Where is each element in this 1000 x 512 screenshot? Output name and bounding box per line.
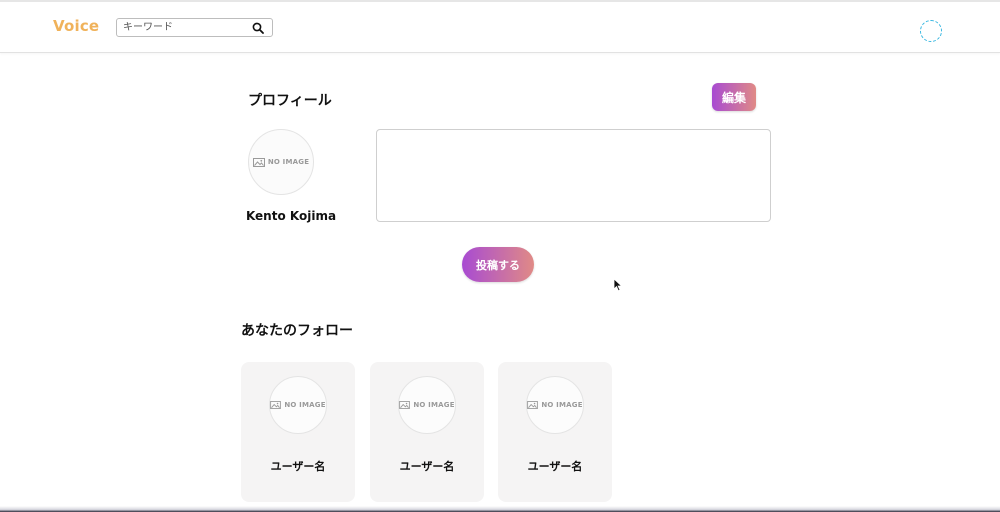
- image-placeholder-icon: [527, 401, 539, 409]
- follow-title: あなたのフォロー: [241, 323, 353, 339]
- follow-user-name: ユーザー名: [399, 460, 455, 473]
- image-placeholder-icon: [252, 157, 265, 167]
- profile-title: プロフィール: [248, 93, 332, 109]
- no-image-label: NO IMAGE: [413, 401, 455, 409]
- image-placeholder-icon: [399, 401, 411, 409]
- logo[interactable]: Voice: [53, 17, 99, 35]
- profile-name: Kento Kojima: [245, 209, 337, 223]
- search-icon[interactable]: [252, 22, 264, 34]
- search-input[interactable]: [123, 20, 243, 35]
- follow-avatar: NO IMAGE: [269, 376, 327, 434]
- window-bottom-edge: [0, 506, 1000, 512]
- edit-button[interactable]: 編集: [712, 83, 756, 111]
- image-placeholder-icon: [270, 401, 282, 409]
- user-avatar-icon[interactable]: [920, 20, 942, 42]
- site-header: Voice: [0, 2, 1000, 53]
- post-textarea[interactable]: [376, 129, 771, 222]
- no-image-label: NO IMAGE: [284, 401, 326, 409]
- follow-avatar: NO IMAGE: [398, 376, 456, 434]
- no-image-label: NO IMAGE: [267, 158, 310, 166]
- profile-avatar: NO IMAGE: [248, 129, 314, 195]
- search-box[interactable]: [116, 18, 273, 37]
- follow-user-name: ユーザー名: [527, 460, 583, 473]
- follow-avatar: NO IMAGE: [526, 376, 584, 434]
- follow-user-name: ユーザー名: [270, 460, 326, 473]
- follow-card[interactable]: NO IMAGE ユーザー名: [370, 362, 484, 502]
- follow-card[interactable]: NO IMAGE ユーザー名: [498, 362, 612, 502]
- post-button[interactable]: 投稿する: [462, 247, 534, 282]
- mouse-cursor-icon: [613, 278, 623, 292]
- no-image-label: NO IMAGE: [541, 401, 583, 409]
- follow-card[interactable]: NO IMAGE ユーザー名: [241, 362, 355, 502]
